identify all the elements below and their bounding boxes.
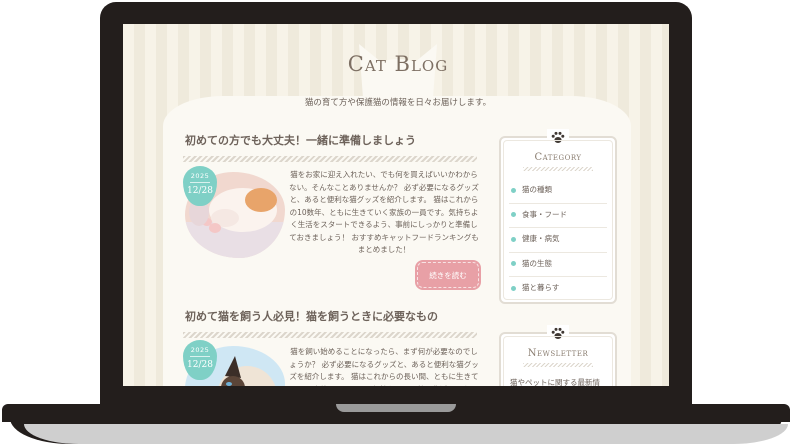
browser-viewport[interactable]: Cat Blog 猫の育て方や保護猫の情報を日々お届けします。 初めての方でも大… xyxy=(123,24,669,386)
date-month-day: 12/28 xyxy=(187,360,213,370)
date-year: 2025 xyxy=(190,346,210,357)
newsletter-widget: Newsletter 猫やペットに関する最新情報、お知らせ等を配信中！お xyxy=(499,325,617,386)
title-divider xyxy=(183,156,477,162)
newsletter-text: 猫やペットに関する最新情報、お知らせ等を配信中！お xyxy=(510,378,600,386)
post-title[interactable]: 初めて猫を飼う人必見！猫を飼うときに必要なもの xyxy=(183,308,477,324)
category-item[interactable]: 猫の種類 xyxy=(509,179,607,204)
category-item[interactable]: 猫と暮らす xyxy=(509,277,607,302)
category-item[interactable]: 健康・病気 xyxy=(509,228,607,253)
bullet-icon xyxy=(511,236,516,242)
title-divider xyxy=(183,332,477,338)
site-title[interactable]: Cat Blog xyxy=(323,52,473,76)
category-list: 猫の種類 食事・フード 健康・病気 猫の生態 猫と暮らす xyxy=(509,179,607,302)
category-item[interactable]: 猫の生態 xyxy=(509,253,607,277)
widget-title: Newsletter xyxy=(527,348,589,359)
title-divider xyxy=(523,363,593,367)
site-description: 猫の育て方や保護猫の情報を日々お届けします。 xyxy=(304,98,492,108)
bullet-icon xyxy=(511,261,516,266)
read-more-button[interactable]: 続きを読む xyxy=(415,260,481,290)
laptop-notch xyxy=(336,404,456,412)
bullet-icon xyxy=(511,212,516,217)
category-widget: Category 猫の種類 食事・フード 健康・病気 猫の生態 猫と暮らす xyxy=(499,129,617,304)
date-month-day: 12/28 xyxy=(187,186,213,196)
post-card: 初めて猫を飼う人必見！猫を飼うときに必要なもの 2025 12/28 猫を飼い始… xyxy=(183,308,479,386)
laptop-base xyxy=(0,404,792,446)
post-excerpt: 猫をお家に迎え入れたい、でも何を買えばいいかわからない。そんなことありませんか？… xyxy=(289,170,479,254)
bullet-icon xyxy=(511,187,516,193)
bullet-icon xyxy=(511,285,516,291)
widget-title: Category xyxy=(534,152,582,163)
date-year: 2025 xyxy=(190,172,210,183)
paw-icon xyxy=(547,129,569,145)
category-item[interactable]: 食事・フード xyxy=(509,204,607,228)
title-divider xyxy=(523,167,593,171)
post-excerpt: 猫を飼い始めることになったら、まず何が必要なのでしょうか？ 必ず必要になるグッズ… xyxy=(289,347,479,386)
post-card: 初めての方でも大丈夫！一緒に準備しましょう 2025 12/28 猫をお家に迎え… xyxy=(183,132,481,302)
paw-icon xyxy=(547,325,569,341)
post-title[interactable]: 初めての方でも大丈夫！一緒に準備しましょう xyxy=(183,132,477,148)
